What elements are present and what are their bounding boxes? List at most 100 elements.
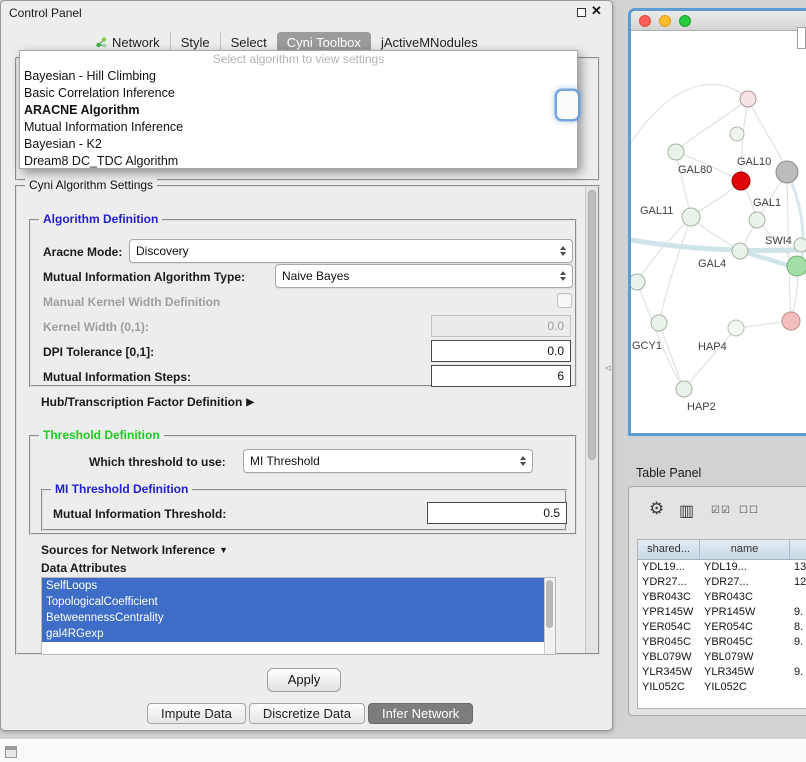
sources-toggle[interactable]: Sources for Network Inference▼ xyxy=(41,543,228,557)
table-cell: YDR27... xyxy=(700,575,790,590)
float-window-icon[interactable] xyxy=(577,8,586,17)
network-node[interactable] xyxy=(782,312,800,330)
network-node[interactable] xyxy=(749,212,765,228)
algorithm-option[interactable]: Basic Correlation Inference xyxy=(20,85,577,102)
list-item[interactable]: TopologicalCoefficient xyxy=(42,594,555,610)
mi-type-select[interactable]: Naive Bayes xyxy=(275,264,573,288)
network-node[interactable] xyxy=(668,144,684,160)
data-attributes-label: Data Attributes xyxy=(41,561,127,575)
list-item[interactable]: SelfLoops xyxy=(42,578,555,594)
network-node[interactable] xyxy=(730,127,744,141)
algorithm-option-selected[interactable]: ARACNE Algorithm xyxy=(20,102,577,119)
attribute-list: SelfLoops TopologicalCoefficient Between… xyxy=(41,577,556,655)
table-row[interactable]: YPR145W YPR145W 9. xyxy=(638,605,806,620)
network-node[interactable] xyxy=(651,315,667,331)
mi-threshold-group-title: MI Threshold Definition xyxy=(51,482,192,496)
table-row[interactable]: YER054C YER054C 8. xyxy=(638,620,806,635)
table-row[interactable]: YLR345W YLR345W 9. xyxy=(638,665,806,680)
network-window: GAL80 GAL10 GAL11 GAL1 SWI4 GAL4 GCY1 HA… xyxy=(628,8,806,436)
table-cell: YBR045C xyxy=(638,635,700,650)
corner-widget-icon[interactable] xyxy=(5,746,17,758)
tab-impute-data[interactable]: Impute Data xyxy=(147,703,246,724)
algorithm-dropdown-popup: Select algorithm to view settings Bayesi… xyxy=(19,50,578,169)
minimize-traffic-light[interactable] xyxy=(659,15,671,27)
tab-discretize-data[interactable]: Discretize Data xyxy=(249,703,365,724)
algorithm-definition-title: Algorithm Definition xyxy=(39,212,162,226)
table-row[interactable]: YBR045C YBR045C 9. xyxy=(638,635,806,650)
apply-button[interactable]: Apply xyxy=(267,668,341,692)
scrollbar-thumb[interactable] xyxy=(588,190,596,460)
network-node-label: GAL1 xyxy=(753,197,781,209)
table-panel-window: ⚙ ▥ ☑☑ ☐☐ shared... name YDL19... YDL19.… xyxy=(628,486,806,716)
which-threshold-label: Which threshold to use: xyxy=(89,455,226,469)
table-header: shared... name xyxy=(638,540,806,560)
tab-infer-network[interactable]: Infer Network xyxy=(368,703,473,724)
mi-threshold-group: MI Threshold Definition Mutual Informati… xyxy=(41,489,567,531)
list-scrollbar[interactable] xyxy=(544,578,555,654)
table-row[interactable]: YBR043C YBR043C xyxy=(638,590,806,605)
table-cell xyxy=(790,650,806,665)
network-node-label: GAL11 xyxy=(640,205,673,217)
scrollbar-fragment[interactable] xyxy=(797,27,806,49)
network-node[interactable] xyxy=(631,274,645,290)
panel-collapse-handle-icon[interactable]: ◃ xyxy=(605,361,611,374)
gear-icon[interactable]: ⚙ xyxy=(649,499,664,519)
network-node[interactable] xyxy=(740,91,756,107)
network-node[interactable] xyxy=(794,238,806,252)
table-cell: YER054C xyxy=(638,620,700,635)
selected-value: Discovery xyxy=(136,244,189,258)
network-node-label: GAL80 xyxy=(678,164,712,176)
columns-icon[interactable]: ▥ xyxy=(679,501,694,521)
zoom-traffic-light[interactable] xyxy=(679,15,691,27)
aracne-mode-select[interactable]: Discovery xyxy=(129,239,573,263)
network-node[interactable] xyxy=(682,208,700,226)
checked-rows-icon[interactable]: ☑☑ xyxy=(711,505,731,516)
table-cell: 9. xyxy=(790,605,806,620)
table-row[interactable]: YDR27... YDR27... 12 xyxy=(638,575,806,590)
table-row[interactable]: YBL079W YBL079W xyxy=(638,650,806,665)
selected-value: MI Threshold xyxy=(250,454,320,468)
network-node[interactable] xyxy=(728,320,744,336)
which-threshold-select[interactable]: MI Threshold xyxy=(243,449,533,473)
settings-group-title: Cyni Algorithm Settings xyxy=(25,178,157,192)
algorithm-option[interactable]: Bayesian - Hill Climbing xyxy=(20,68,577,85)
network-node[interactable] xyxy=(732,172,750,190)
mi-steps-label: Mutual Information Steps: xyxy=(43,370,191,384)
close-icon[interactable]: ✕ xyxy=(591,3,602,19)
unchecked-rows-icon[interactable]: ☐☐ xyxy=(739,505,759,516)
network-titlebar[interactable] xyxy=(631,11,806,31)
network-node[interactable] xyxy=(732,243,748,259)
table-row[interactable]: YDL19... YDL19... 13 xyxy=(638,560,806,575)
mi-threshold-input[interactable] xyxy=(427,502,567,524)
sources-label: Sources for Network Inference xyxy=(41,543,215,557)
algorithm-option[interactable]: Bayesian - K2 xyxy=(20,136,577,153)
list-item[interactable]: gal4RGexp xyxy=(42,626,555,642)
settings-scrollbar[interactable] xyxy=(585,187,598,653)
algorithm-option[interactable]: Dream8 DC_TDC Algorithm xyxy=(20,153,577,170)
close-traffic-light[interactable] xyxy=(639,15,651,27)
column-header-partial[interactable] xyxy=(790,540,806,559)
network-node[interactable] xyxy=(787,256,806,276)
algorithm-option[interactable]: Mutual Information Inference xyxy=(20,119,577,136)
desktop: Control Panel ✕ Network Style Select Cyn… xyxy=(0,0,806,762)
network-node[interactable] xyxy=(776,161,798,183)
column-header-shared-name[interactable]: shared... xyxy=(638,540,700,559)
column-header-name[interactable]: name xyxy=(700,540,790,559)
manual-kernel-label: Manual Kernel Width Definition xyxy=(43,295,220,309)
list-item[interactable]: BetweennessCentrality xyxy=(42,610,555,626)
dpi-tolerance-input[interactable] xyxy=(431,340,571,362)
table-row[interactable]: YIL052C YIL052C xyxy=(638,680,806,695)
threshold-definition-title: Threshold Definition xyxy=(39,428,164,442)
mi-steps-input[interactable] xyxy=(431,365,571,387)
table-cell: 13 xyxy=(790,560,806,575)
table-cell xyxy=(790,590,806,605)
tab-label: jActiveMNodules xyxy=(381,35,478,50)
table-cell: YDL19... xyxy=(638,560,700,575)
hub-definition-toggle[interactable]: Hub/Transcription Factor Definition▶ xyxy=(41,395,254,409)
network-node[interactable] xyxy=(676,381,692,397)
scrollbar-thumb[interactable] xyxy=(546,580,553,628)
table-cell: YIL052C xyxy=(638,680,700,695)
manual-kernel-checkbox[interactable] xyxy=(557,293,572,308)
network-canvas[interactable]: GAL80 GAL10 GAL11 GAL1 SWI4 GAL4 GCY1 HA… xyxy=(631,31,806,432)
kernel-width-input[interactable] xyxy=(431,315,571,337)
